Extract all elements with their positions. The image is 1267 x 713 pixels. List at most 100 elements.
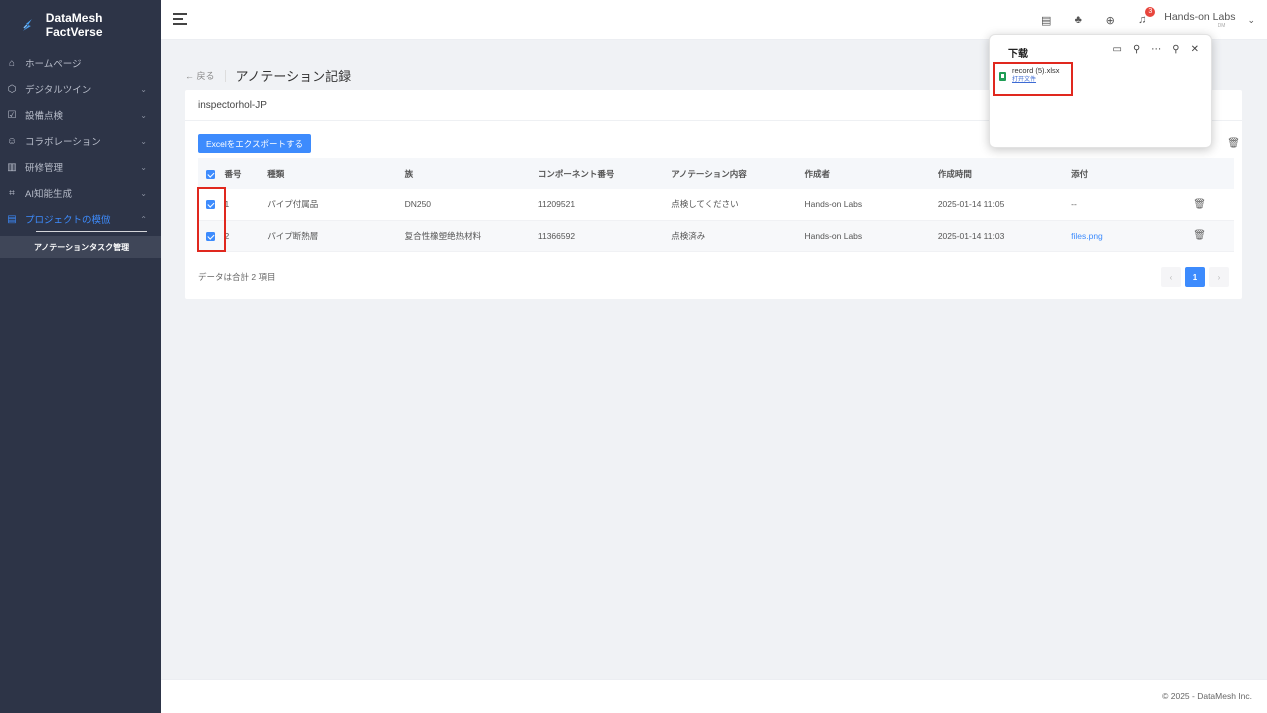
checklist-icon: ☑ [7,109,17,121]
more-icon[interactable]: ⋯ [1151,44,1161,55]
sidebar-item-label: プロジェクトの模倣 [25,215,111,226]
logo-icon [22,19,32,31]
chevron-down-icon: ⌄ [140,162,147,172]
page-title: アノテーション記録 [235,69,352,84]
export-excel-button[interactable]: Excelをエクスポートする [198,134,312,153]
ai-icon: ⌗ [9,187,15,199]
sidebar: DataMesh FactVerse ⌂ ホームページ ⬡ デジタルツイン ⌄ … [0,0,161,713]
footer: © 2025 - DataMesh Inc. [161,679,1267,713]
back-link[interactable]: ← 戻る [185,69,215,82]
delete-row-icon[interactable]: 🗑 [1193,199,1206,210]
col-header-family[interactable]: 族 [404,158,538,189]
book-icon: ▥ [7,161,17,173]
table-row[interactable]: 1 パイプ付属品 DN250 11209521 点検してください Hands-o… [198,189,1234,221]
sidebar-item-digital-twin[interactable]: ⬡ デジタルツイン ⌄ [0,76,161,102]
col-header-attachment[interactable]: 添付 [1071,158,1194,189]
home-icon: ⌂ [8,57,16,69]
cell-creator: Hands-on Labs [804,220,938,252]
breadcrumb: ← 戻る アノテーション記録 [185,66,351,85]
sidebar-item-project[interactable]: ▤ プロジェクトの模倣 ⌃ [0,206,161,232]
cell-attachment: -- [1071,189,1194,221]
select-all-checkbox[interactable] [206,169,215,179]
user-sub: DM [1217,23,1226,29]
delete-all-icon[interactable]: 🗑 [1227,138,1240,149]
page-button-current[interactable]: 1 [1185,267,1205,287]
sidebar-item-label: AI知能生成 [25,189,72,200]
col-header-time[interactable]: 作成時間 [937,158,1072,189]
col-header-no[interactable]: 番号 [224,158,268,189]
chevron-down-icon[interactable]: ⌄ [1247,15,1255,26]
cell-type: パイプ断熱層 [267,220,405,252]
sidebar-item-inspection[interactable]: ☑ 設備点検 ⌄ [0,102,161,128]
cell-content: 点検済み [671,220,805,252]
sidebar-item-home[interactable]: ⌂ ホームページ [0,50,161,76]
row-actions: 🗑 [1193,220,1234,252]
row-actions: 🗑 [1193,189,1234,221]
robot-icon[interactable]: ♣ [1062,14,1094,26]
sidebar-menu: ⌂ ホームページ ⬡ デジタルツイン ⌄ ☑ 設備点検 ⌄ ☺ コラボレーション… [0,50,161,258]
next-page-button[interactable]: › [1209,267,1229,287]
table-row[interactable]: 2 パイプ断熱層 复合性橡塑绝热材料 11366592 点検済み Hands-o… [198,220,1234,252]
pin-icon[interactable]: ⚲ [1172,44,1179,55]
total-count: データは合計 2 項目 [198,272,276,282]
menu-toggle-icon[interactable] [173,13,187,25]
user-name: Hands-on Labs [1164,11,1236,23]
cell-time: 2025-01-14 11:05 [937,189,1072,221]
bell-icon[interactable]: ♫ 3 [1126,7,1158,26]
sidebar-item-training[interactable]: ▥ 研修管理 ⌄ [0,154,161,180]
records-table: 番号 種類 族 コンポーネント番号 アノテーション内容 作成者 作成時間 添付 … [198,158,1234,252]
sidebar-item-collaboration[interactable]: ☺ コラボレーション ⌄ [0,128,161,154]
sidebar-item-label: デジタルツイン [25,85,92,96]
checkbox-highlight [197,187,226,252]
sidebar-item-label: ホームページ [25,59,82,70]
notification-badge: 3 [1145,7,1156,17]
brand[interactable]: DataMesh FactVerse [0,0,161,50]
attachment-link[interactable]: files.png [1071,231,1103,241]
col-header-component[interactable]: コンポーネント番号 [537,158,672,189]
download-highlight [993,62,1073,96]
cell-type: パイプ付属品 [267,189,405,221]
prev-page-button[interactable]: ‹ [1161,267,1181,287]
search-icon[interactable]: ⚲ [1133,44,1140,55]
cube-icon: ⬡ [7,83,17,95]
people-icon: ☺ [6,135,18,147]
col-header-content[interactable]: アノテーション内容 [671,158,805,189]
delete-row-icon[interactable]: 🗑 [1193,230,1206,241]
user-menu[interactable]: Hands-on Labs DM [1164,11,1235,29]
sidebar-subitem-annotation-tasks[interactable]: アノテーションタスク管理 [0,236,161,258]
table-header-row: 番号 種類 族 コンポーネント番号 アノテーション内容 作成者 作成時間 添付 [198,158,1234,189]
chevron-down-icon: ⌄ [140,110,147,120]
divider [224,69,226,82]
col-header-type[interactable]: 種類 [267,158,405,189]
calendar-icon: ▤ [7,213,17,225]
cell-family: DN250 [404,189,538,221]
cell-no: 1 [224,189,268,221]
cell-content: 点検してください [671,189,805,221]
clipboard-icon[interactable]: ▤ [1030,14,1062,27]
chevron-down-icon: ⌄ [140,136,147,146]
sidebar-item-ai[interactable]: ⌗ AI知能生成 ⌄ [0,180,161,206]
chevron-down-icon: ⌄ [140,188,147,198]
download-title: 下载 [1008,49,1028,60]
cell-attachment: files.png [1071,220,1194,252]
cell-component: 11209521 [537,189,672,221]
globe-icon[interactable]: ⊕ [1094,14,1126,27]
folder-icon[interactable]: ▭ [1113,44,1122,55]
cell-no: 2 [224,220,268,252]
chevron-up-icon: ⌃ [140,214,147,224]
app-name: DataMesh FactVerse [45,11,103,39]
col-header-creator[interactable]: 作成者 [804,158,938,189]
cell-component: 11366592 [537,220,672,252]
sidebar-item-label: 設備点検 [25,111,64,122]
select-all-cell[interactable] [198,158,225,189]
chevron-down-icon: ⌄ [140,84,147,94]
close-icon[interactable]: ✕ [1191,44,1199,55]
copyright: © 2025 - DataMesh Inc. [1162,691,1252,701]
download-toolbar: ▭ ⚲ ⋯ ⚲ ✕ [1113,44,1200,55]
cell-time: 2025-01-14 11:03 [937,220,1072,252]
cell-family: 复合性橡塑绝热材料 [404,220,538,252]
pagination: ‹ 1 › [1161,267,1229,287]
sidebar-item-label: コラボレーション [25,137,101,148]
sidebar-item-label: 研修管理 [25,163,64,174]
col-header-actions [1193,158,1234,189]
